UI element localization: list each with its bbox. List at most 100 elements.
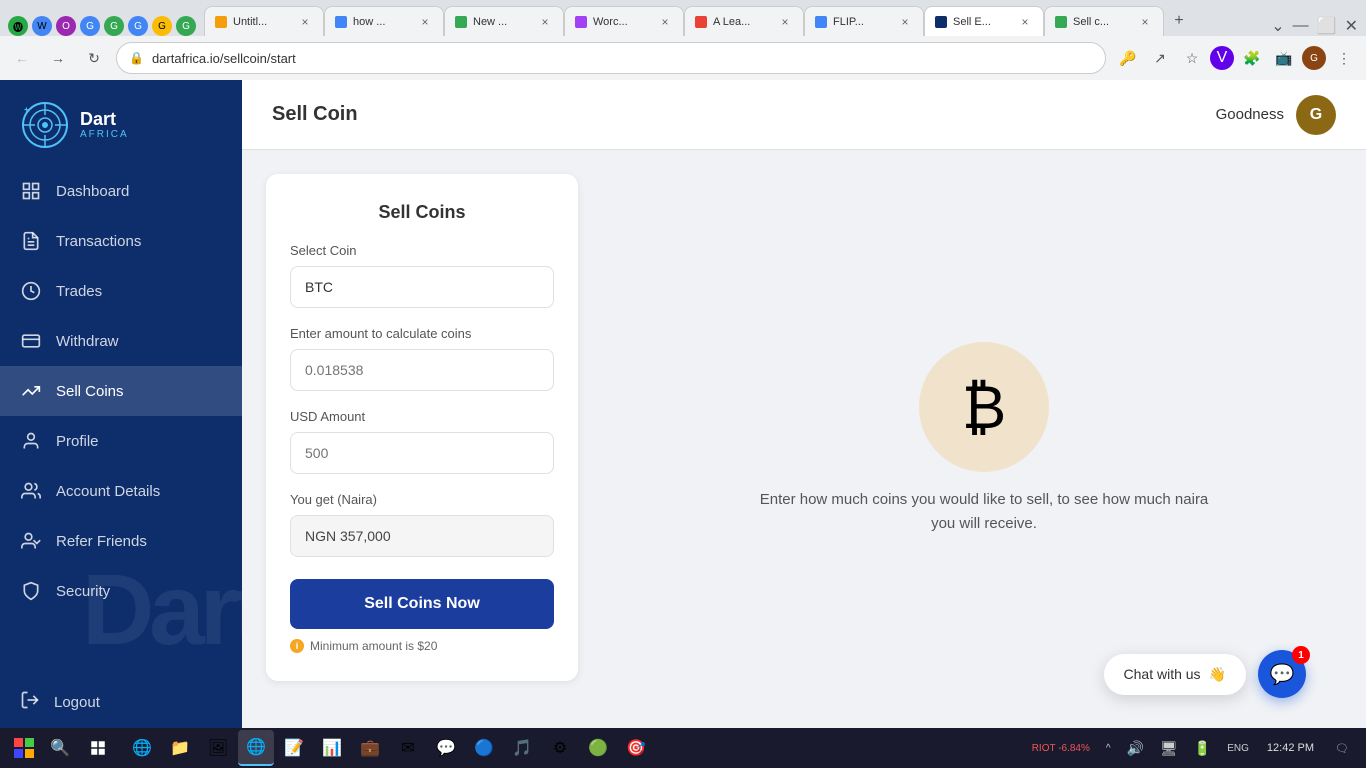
sidebar-item-withdraw[interactable]: Withdraw [0, 316, 242, 366]
amount-input[interactable] [290, 349, 554, 391]
bookmark-icon[interactable]: ☆ [1178, 44, 1206, 72]
taskbar-app-12[interactable]: ⚙ [542, 730, 578, 766]
minimize-button[interactable]: — [1293, 17, 1309, 35]
browser-tab-4[interactable]: Worc... × [564, 6, 684, 36]
browser-tab-3[interactable]: New ... × [444, 6, 564, 36]
taskbar-app-7[interactable]: 💼 [352, 730, 388, 766]
taskbar-app-4[interactable]: 🌐 [238, 730, 274, 766]
logout-item[interactable]: Logout [0, 676, 242, 728]
sidebar-item-trades[interactable]: Trades [0, 266, 242, 316]
taskbar-battery[interactable]: 🔋 [1188, 736, 1217, 761]
sell-coins-now-button[interactable]: Sell Coins Now [290, 579, 554, 629]
key-icon[interactable]: 🔑 [1114, 44, 1142, 72]
sidebar-item-security[interactable]: Security [0, 566, 242, 616]
taskbar-chevron[interactable]: ^ [1100, 739, 1117, 758]
taskbar-app-5[interactable]: 📝 [276, 730, 312, 766]
tab-overflow[interactable]: ⌄ [1271, 16, 1284, 36]
taskbar-apps: 🌐 📁 🖼 🌐 📝 📊 💼 ✉ 💬 🔵 🎵 ⚙ 🟢 🎯 [124, 730, 654, 766]
browser-tab-7[interactable]: Sell E... × [924, 6, 1044, 36]
usd-input[interactable] [290, 432, 554, 474]
instruction-line2: you will receive. [931, 515, 1037, 532]
chat-bubble[interactable]: Chat with us 👋 [1104, 654, 1246, 695]
taskbar-app-10[interactable]: 🔵 [466, 730, 502, 766]
logo-icon: + [20, 100, 70, 150]
header-user: Goodness G [1216, 95, 1336, 135]
share-icon[interactable]: ↗ [1146, 44, 1174, 72]
content-area: Sell Coins Select Coin Enter amount to c… [242, 150, 1366, 728]
new-tab-button[interactable]: + [1164, 6, 1194, 36]
sidebar-item-sell-coins[interactable]: Sell Coins [0, 366, 242, 416]
browser-tab-6[interactable]: FLIP... × [804, 6, 924, 36]
browser-tab-2[interactable]: how ... × [324, 6, 444, 36]
select-coin-input[interactable] [290, 266, 554, 308]
profile-icon [20, 430, 42, 452]
taskbar-app-6[interactable]: 📊 [314, 730, 350, 766]
browser-chrome: 🅦 W O G G G G G Untitl... × how ... × Ne… [0, 0, 1366, 80]
sidebar-item-refer-friends[interactable]: Refer Friends [0, 516, 242, 566]
refer-friends-icon [20, 530, 42, 552]
chat-badge: 1 [1292, 646, 1310, 664]
sidebar-item-profile[interactable]: Profile [0, 416, 242, 466]
browser-tab-8[interactable]: Sell c... × [1044, 6, 1164, 36]
forward-button[interactable]: → [44, 44, 72, 72]
taskbar-clock[interactable]: 12:42 PM [1259, 740, 1322, 756]
toolbar-icons: 🔑 ↗ ☆ V 🧩 📺 G ⋮ [1114, 44, 1358, 72]
taskbar-notifications[interactable]: 🗨 [1326, 732, 1358, 764]
browser-tab-1[interactable]: Untitl... × [204, 6, 324, 36]
instruction-line1: Enter how much coins you would like to s… [760, 491, 1209, 508]
sell-form-title: Sell Coins [290, 202, 554, 223]
taskbar-app-14[interactable]: 🎯 [618, 730, 654, 766]
taskbar-volume[interactable]: 🔊 [1121, 736, 1150, 761]
lock-icon: 🔒 [129, 51, 144, 65]
browser-tabs: 🅦 W O G G G G G Untitl... × how ... × Ne… [0, 0, 1366, 36]
taskbar-app-2[interactable]: 📁 [162, 730, 198, 766]
select-coin-label: Select Coin [290, 243, 554, 258]
taskbar-app-13[interactable]: 🟢 [580, 730, 616, 766]
taskbar-riot[interactable]: RIOT -6.84% [1026, 739, 1096, 758]
back-button[interactable]: ← [8, 44, 36, 72]
security-icon [20, 580, 42, 602]
account-details-label: Account Details [56, 483, 160, 500]
avatar-initials: G [1310, 106, 1322, 124]
chat-button[interactable]: 💬 1 [1258, 650, 1306, 698]
taskbar-app-11[interactable]: 🎵 [504, 730, 540, 766]
usd-group: USD Amount [290, 409, 554, 474]
reload-button[interactable]: ↻ [80, 44, 108, 72]
min-amount-text: Minimum amount is $20 [310, 639, 437, 653]
extensions-icon[interactable]: V [1210, 46, 1234, 70]
taskbar-keyboard[interactable]: ENG [1221, 739, 1255, 758]
sidebar-item-transactions[interactable]: Transactions [0, 216, 242, 266]
info-icon: i [290, 639, 304, 653]
logout-icon [20, 690, 40, 714]
start-button[interactable] [8, 732, 40, 764]
profile-avatar-toolbar[interactable]: G [1302, 46, 1326, 70]
taskbar-search-button[interactable]: 🔍 [44, 732, 76, 764]
sidebar-item-account-details[interactable]: Account Details [0, 466, 242, 516]
taskbar-app-1[interactable]: 🌐 [124, 730, 160, 766]
cast-icon[interactable]: 📺 [1270, 44, 1298, 72]
puzzle-icon[interactable]: 🧩 [1238, 44, 1266, 72]
sidebar-item-dashboard[interactable]: Dashboard [0, 166, 242, 216]
transactions-icon [20, 230, 42, 252]
select-coin-group: Select Coin [290, 243, 554, 308]
min-amount-note: i Minimum amount is $20 [290, 639, 554, 653]
amount-group: Enter amount to calculate coins [290, 326, 554, 391]
taskbar-network[interactable]: 🖥 [1154, 736, 1184, 761]
chat-emoji: 👋 [1209, 666, 1226, 683]
withdraw-icon [20, 330, 42, 352]
bitcoin-text: Enter how much coins you would like to s… [760, 488, 1209, 536]
main-content: Sell Coin Goodness G Sell Coins Select C… [242, 80, 1366, 728]
account-details-icon [20, 480, 42, 502]
taskbar-app-9[interactable]: 💬 [428, 730, 464, 766]
browser-toolbar: ← → ↻ 🔒 dartafrica.io/sellcoin/start 🔑 ↗… [0, 36, 1366, 80]
maximize-button[interactable]: ⬜ [1317, 16, 1337, 36]
taskbar-system: RIOT -6.84% ^ 🔊 🖥 🔋 ENG 12:42 PM 🗨 [1026, 732, 1358, 764]
close-window-button[interactable]: ✕ [1345, 16, 1358, 36]
taskbar-app-8[interactable]: ✉ [390, 730, 426, 766]
taskbar-app-tasklist[interactable] [80, 730, 116, 766]
settings-icon[interactable]: ⋮ [1330, 44, 1358, 72]
right-panel: ₿ Enter how much coins you would like to… [602, 150, 1366, 728]
taskbar-app-3[interactable]: 🖼 [200, 730, 236, 766]
address-bar[interactable]: 🔒 dartafrica.io/sellcoin/start [116, 42, 1106, 74]
browser-tab-5[interactable]: A Lea... × [684, 6, 804, 36]
